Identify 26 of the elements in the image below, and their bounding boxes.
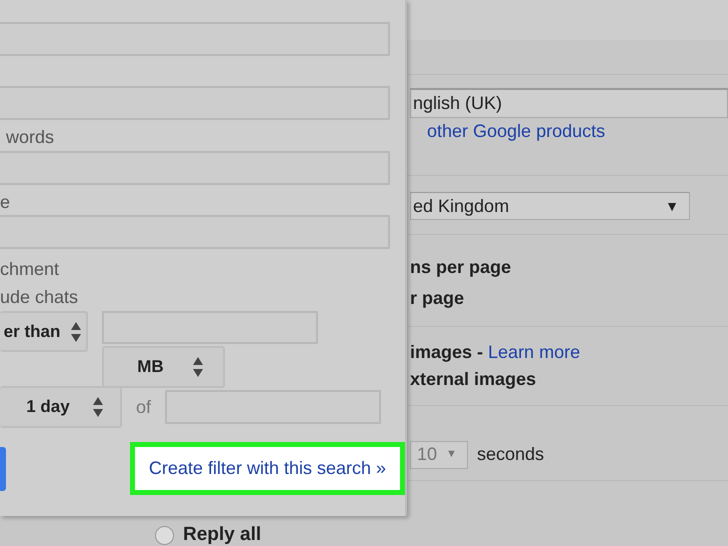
field-label: e — [0, 191, 10, 213]
language-field[interactable]: nglish (UK) — [410, 88, 728, 118]
size-unit-dropdown[interactable]: MB — [102, 346, 225, 388]
create-filter-link[interactable]: Create filter with this search » — [130, 442, 405, 495]
updown-icon — [70, 320, 82, 342]
size-operator-dropdown[interactable]: er than — [0, 311, 88, 352]
field-label: words — [5, 126, 54, 148]
learn-more-link[interactable]: Learn more — [488, 339, 580, 366]
setting-label: xternal images — [410, 368, 536, 391]
field-label: ude chats — [0, 286, 78, 308]
reply-all-label: Reply all — [183, 523, 262, 546]
setting-label: r page — [410, 287, 464, 310]
updown-icon — [192, 356, 204, 378]
country-dropdown[interactable]: ed Kingdom ▼ — [410, 192, 690, 220]
reply-all-radio[interactable] — [155, 526, 174, 545]
setting-label: ns per page — [410, 256, 512, 279]
caret-icon: ▼ — [446, 446, 457, 463]
products-link[interactable]: other Google products — [427, 120, 606, 142]
of-label: of — [136, 396, 152, 418]
search-button[interactable] — [0, 446, 6, 490]
seconds-label: seconds — [477, 443, 544, 466]
caret-icon: ▼ — [665, 193, 679, 219]
date-range-dropdown[interactable]: 1 day — [0, 386, 122, 428]
field-label: chment — [0, 258, 60, 280]
updown-icon — [92, 396, 104, 418]
setting-label: images - — [410, 341, 484, 364]
